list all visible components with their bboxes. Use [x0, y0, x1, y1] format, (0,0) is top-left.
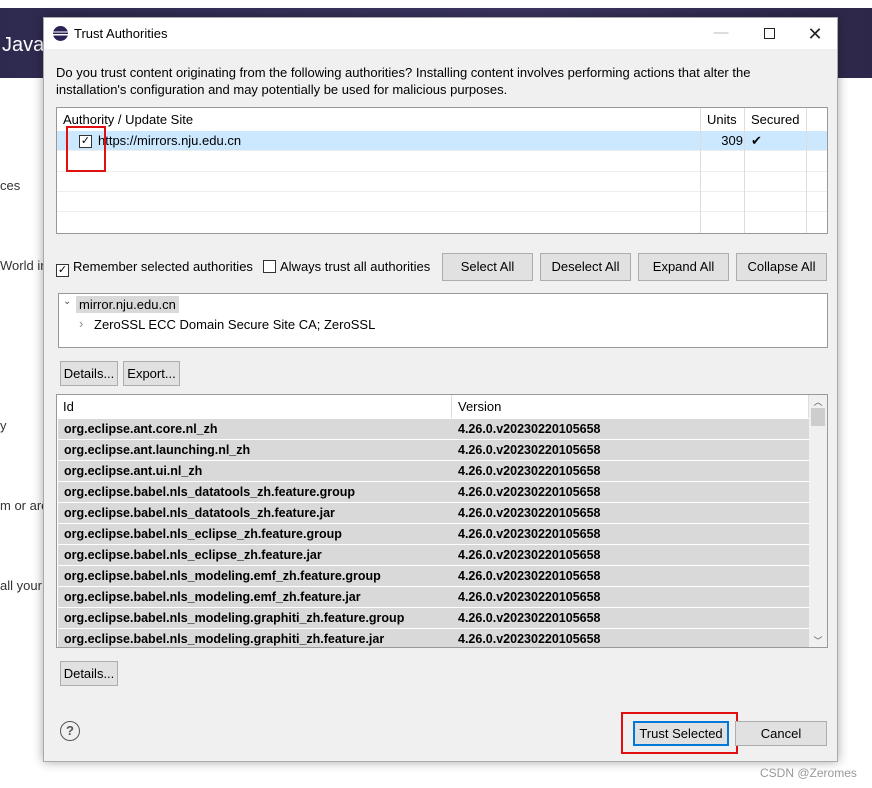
unit-id: org.eclipse.ant.core.nl_zh [64, 422, 218, 436]
background-text: m or are [0, 498, 49, 513]
highlight-box [66, 126, 106, 172]
table-row[interactable]: › ✓ https://mirrors.nju.edu.cn 309 ✔ [57, 131, 827, 151]
unit-id: org.eclipse.babel.nls_eclipse_zh.feature… [64, 527, 342, 541]
unit-version: 4.26.0.v20230220105658 [458, 569, 601, 583]
background-title: Java [2, 34, 45, 56]
background-text: all your [0, 578, 42, 593]
unit-version: 4.26.0.v20230220105658 [458, 590, 601, 604]
message-text: Do you trust content originating from th… [56, 65, 751, 80]
highlight-box [621, 712, 738, 754]
help-icon[interactable]: ? [60, 721, 80, 741]
select-all-button[interactable]: Select All [442, 253, 533, 281]
export-button[interactable]: Export... [123, 361, 180, 386]
unit-id: org.eclipse.babel.nls_modeling.emf_zh.fe… [64, 569, 381, 583]
expand-arrow-icon[interactable]: › [79, 316, 83, 331]
table-row[interactable]: org.eclipse.ant.launching.nl_zh 4.26.0.v2… [58, 440, 809, 460]
background-text: World in [0, 258, 48, 273]
authorities-table: Authority / Update Site Units Secured › … [56, 107, 828, 234]
table-row[interactable]: org.eclipse.babel.nls_eclipse_zh.feature… [58, 524, 809, 544]
column-header-units[interactable]: Units [701, 108, 745, 131]
table-row[interactable]: org.eclipse.babel.nls_modeling.emf_zh.fe… [58, 566, 809, 586]
dialog-title: Trust Authorities [74, 26, 168, 41]
unit-version: 4.26.0.v20230220105658 [458, 506, 601, 520]
title-bar: Trust Authorities — ✕ [44, 18, 837, 49]
column-header-secured[interactable]: Secured [745, 108, 807, 131]
unit-id: org.eclipse.ant.launching.nl_zh [64, 443, 251, 457]
unit-id: org.eclipse.babel.nls_eclipse_zh.feature… [64, 548, 322, 562]
unit-id: org.eclipse.babel.nls_datatools_zh.featu… [64, 485, 356, 499]
always-trust-checkbox[interactable]: Always trust all authorities [263, 259, 430, 274]
watermark: CSDN @Zeromes [760, 766, 857, 780]
unit-version: 4.26.0.v20230220105658 [458, 422, 601, 436]
unit-version: 4.26.0.v20230220105658 [458, 548, 601, 562]
table-row[interactable]: org.eclipse.babel.nls_datatools_zh.featu… [58, 482, 809, 502]
column-header-version[interactable]: Version [452, 395, 809, 418]
close-icon[interactable]: ✕ [805, 24, 825, 44]
table-row[interactable]: org.eclipse.babel.nls_datatools_zh.featu… [58, 503, 809, 523]
background-text: y [0, 418, 7, 433]
trust-authorities-dialog: Trust Authorities — ✕ Do you trust conte… [43, 17, 838, 762]
unit-version: 4.26.0.v20230220105658 [458, 464, 601, 478]
cancel-button[interactable]: Cancel [735, 721, 827, 746]
tree-item-child[interactable]: ZeroSSL ECC Domain Secure Site CA; ZeroS… [94, 317, 375, 332]
minimize-icon[interactable]: — [711, 24, 731, 44]
unit-id: org.eclipse.babel.nls_modeling.emf_zh.fe… [64, 590, 361, 604]
details-button[interactable]: Details... [60, 361, 118, 386]
table-row[interactable]: org.eclipse.babel.nls_eclipse_zh.feature… [58, 545, 809, 565]
certificate-tree: ⌄ mirror.nju.edu.cn › ZeroSSL ECC Domain… [58, 293, 828, 348]
unit-version: 4.26.0.v20230220105658 [458, 611, 601, 625]
unit-id: org.eclipse.babel.nls_modeling.graphiti_… [64, 611, 405, 625]
background-text: ces [0, 178, 21, 193]
table-row[interactable]: org.eclipse.ant.ui.nl_zh 4.26.0.v20230220… [58, 461, 809, 481]
unit-version: 4.26.0.v20230220105658 [458, 443, 601, 457]
unit-version: 4.26.0.v20230220105658 [458, 527, 601, 541]
details-button-units[interactable]: Details... [60, 661, 118, 686]
eclipse-logo-icon [53, 26, 68, 41]
unit-version: 4.26.0.v20230220105658 [458, 485, 601, 499]
scrollbar[interactable]: ︿ ﹀ [809, 395, 827, 647]
unit-id: org.eclipse.ant.ui.nl_zh [64, 464, 203, 478]
table-row[interactable]: org.eclipse.babel.nls_modeling.emf_zh.fe… [58, 587, 809, 607]
authority-units: 309 [721, 133, 743, 148]
authority-site: https://mirrors.nju.edu.cn [98, 133, 242, 148]
tree-item-root[interactable]: mirror.nju.edu.cn [76, 296, 179, 313]
unit-id: org.eclipse.babel.nls_modeling.graphiti_… [64, 632, 385, 646]
unit-id: org.eclipse.babel.nls_datatools_zh.featu… [64, 506, 335, 520]
collapse-all-button[interactable]: Collapse All [736, 253, 827, 281]
secured-check-icon: ✔ [751, 133, 762, 148]
table-row[interactable]: org.eclipse.babel.nls_modeling.graphiti_… [58, 608, 809, 628]
maximize-icon[interactable] [759, 24, 779, 44]
expand-all-button[interactable]: Expand All [638, 253, 729, 281]
message-text: installation's configuration and may pot… [56, 82, 508, 97]
deselect-all-button[interactable]: Deselect All [540, 253, 631, 281]
column-header-id[interactable]: Id [57, 395, 452, 418]
unit-version: 4.26.0.v20230220105658 [458, 632, 601, 646]
column-header-authority[interactable]: Authority / Update Site [57, 108, 701, 131]
table-row[interactable]: org.eclipse.ant.core.nl_zh 4.26.0.v202302… [58, 419, 809, 439]
table-row[interactable]: org.eclipse.babel.nls_modeling.graphiti_… [58, 629, 809, 647]
remember-authorities-checkbox[interactable]: ✓ Remember selected authorities [56, 259, 253, 277]
units-table: Id Version org.eclipse.ant.core.nl_zh 4.2… [56, 394, 828, 648]
